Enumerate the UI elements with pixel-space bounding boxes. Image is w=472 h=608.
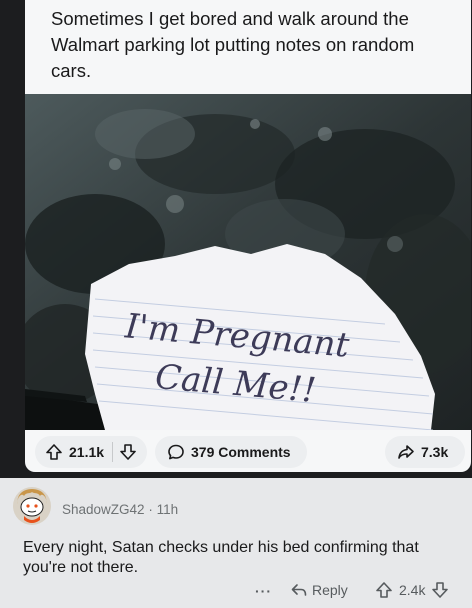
comment-upvote-icon[interactable] [375,581,393,599]
more-options-button[interactable]: ··· [255,583,272,599]
share-button[interactable]: 7.3k [385,436,465,468]
comments-button[interactable]: 379 Comments [155,436,307,468]
meta-separator: · [148,502,153,517]
windshield-photo: I'm Pregnant Call Me!! [25,94,471,430]
comment-age: 11h [156,502,179,517]
downvote-icon[interactable] [119,443,137,461]
comment: ShadowZG42 · 11h Every night, Satan chec… [0,478,472,608]
vote-pill: 21.1k [35,436,147,468]
reply-button[interactable]: Reply [290,581,348,599]
share-count: 7.3k [421,444,449,460]
share-icon [397,443,415,461]
post-image[interactable]: I'm Pregnant Call Me!! [25,94,471,430]
reply-label: Reply [312,582,348,598]
avatar[interactable] [12,486,52,526]
upvote-icon[interactable] [45,443,63,461]
post-title[interactable]: Sometimes I get bored and walk around th… [51,6,451,84]
comment-vote: 2.4k [375,581,449,599]
vote-divider [112,442,114,462]
post-action-bar: 21.1k 379 Comments 7.3k [25,436,471,468]
comment-body: Every night, Satan checks under his bed … [23,539,419,576]
post-card: Sometimes I get bored and walk around th… [25,0,471,472]
upvote-count: 21.1k [69,444,105,460]
comment-score: 2.4k [399,582,426,598]
comments-count: 379 Comments [191,444,291,460]
comment-icon [167,443,185,461]
comment-actions: ··· Reply 2.4k [0,578,472,606]
comment-downvote-icon[interactable] [431,581,449,599]
comment-author[interactable]: ShadowZG42 [62,502,145,517]
snoo-avatar-icon [13,487,51,525]
comment-meta: ShadowZG42 · 11h [62,502,178,517]
reply-icon [290,581,308,599]
